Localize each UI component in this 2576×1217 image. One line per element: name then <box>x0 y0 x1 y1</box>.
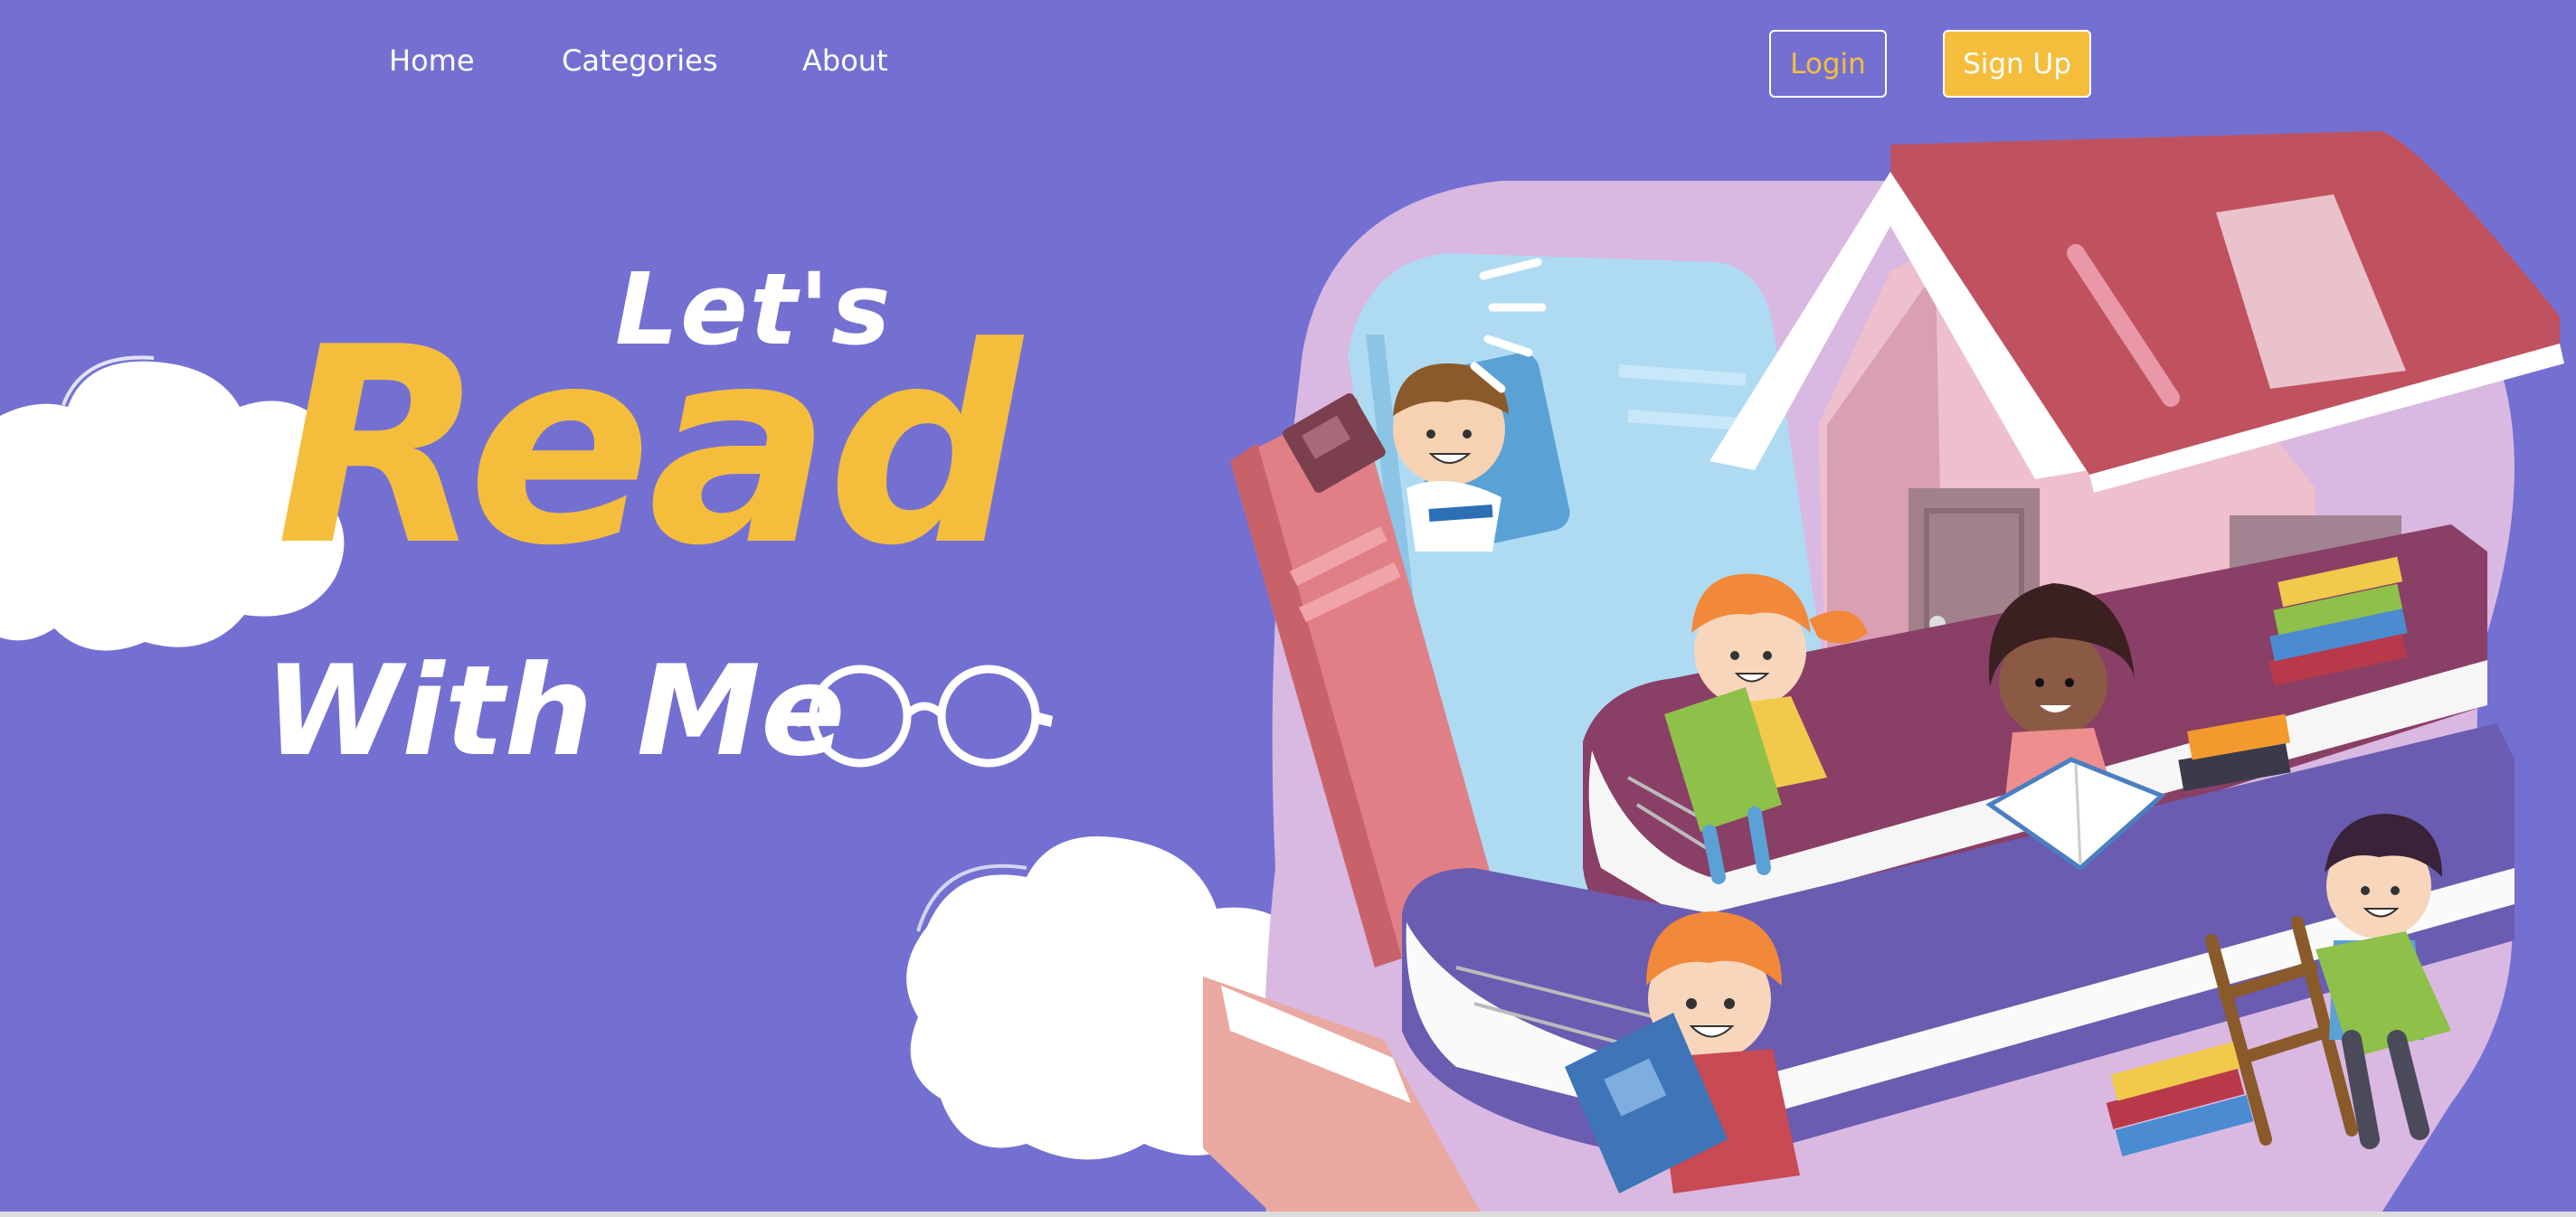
landing-page: Home Categories About Login Sign Up Let'… <box>0 0 2576 1217</box>
nav-home-link[interactable]: Home <box>389 43 475 78</box>
kids-reading-illustration <box>1203 131 2564 1217</box>
top-nav: Home Categories About Login Sign Up <box>0 0 2576 127</box>
glasses-icon <box>796 665 1053 768</box>
nav-categories-link[interactable]: Categories <box>562 43 717 78</box>
page-bottom-edge <box>0 1212 2576 1217</box>
login-button[interactable]: Login <box>1769 30 1887 98</box>
signup-button[interactable]: Sign Up <box>1943 30 2091 98</box>
hero-with-me: With Me <box>264 638 846 784</box>
hero-read: Read <box>276 289 1022 605</box>
nav-about-link[interactable]: About <box>802 43 888 78</box>
